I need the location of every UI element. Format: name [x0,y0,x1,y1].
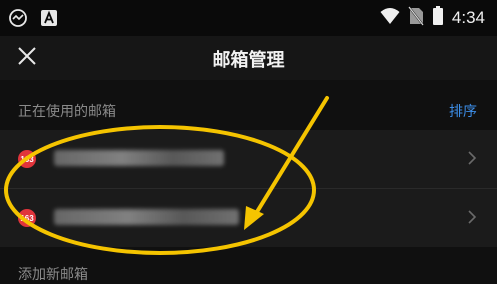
mail-163-logo: 163 [18,209,36,227]
app-notification-icon [8,8,28,32]
wifi-icon [380,7,400,29]
status-time: 4:34 [451,8,485,27]
mail-163-logo: 163 [18,150,36,168]
chevron-right-icon [467,209,477,229]
section-label: 正在使用的邮箱 [18,104,116,120]
app-header: 邮箱管理 [0,36,497,80]
masked-email-address [54,209,239,225]
chevron-right-icon [467,150,477,170]
account-row[interactable]: 163 [0,130,497,188]
status-bar: 4:34 [0,0,497,36]
account-row[interactable]: 163 [0,189,497,247]
sort-button[interactable]: 排序 [449,101,477,121]
page-title: 邮箱管理 [212,50,285,71]
section-header: 正在使用的邮箱 排序 [0,80,497,130]
no-sim-icon [408,6,424,30]
a-badge-icon [40,9,58,31]
battery-icon [432,6,444,30]
masked-email-address [54,150,224,166]
add-mailbox-link[interactable]: 添加新邮箱 [18,264,88,284]
